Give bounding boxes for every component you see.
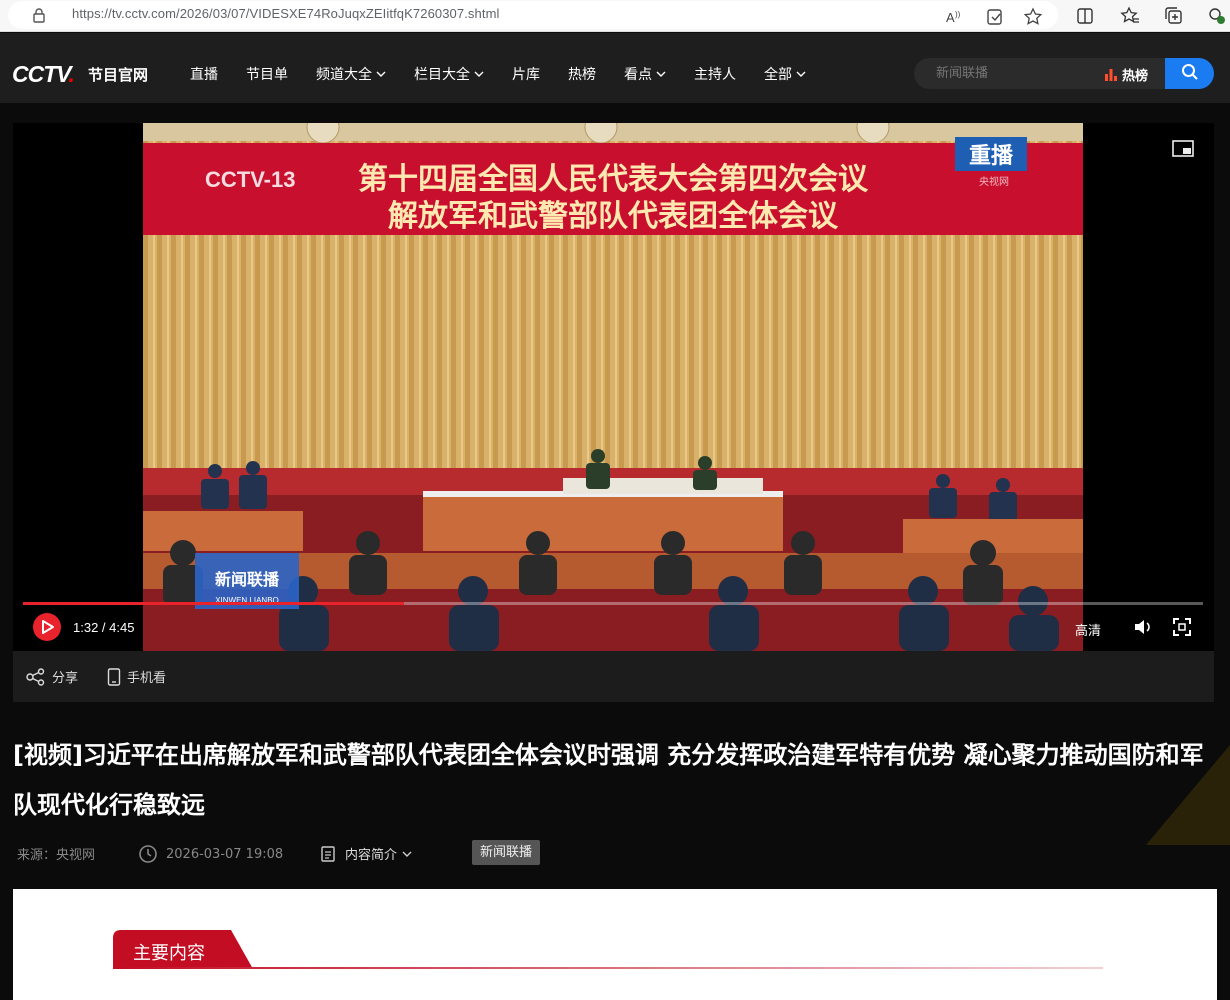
- logo-subtitle[interactable]: 节目官网: [88, 64, 148, 85]
- site-header: CCTV. 节目官网 直播 节目单 频道大全 栏目大全 片库 热榜 看点 主持人 全部 热榜: [0, 33, 1230, 103]
- nav-item-8[interactable]: 全部: [764, 64, 806, 84]
- nav-item-3[interactable]: 栏目大全: [414, 64, 484, 84]
- hot-list-label: 热榜: [1122, 69, 1149, 84]
- nav-item-label: 热榜: [568, 67, 596, 83]
- extensions-icon[interactable]: [1206, 5, 1228, 27]
- fullscreen-icon[interactable]: [1173, 618, 1191, 636]
- url-text[interactable]: https://tv.cctv.com/2026/03/07/VIDESXE74…: [72, 6, 500, 21]
- search-button[interactable]: [1165, 58, 1214, 89]
- main-nav: 直播 节目单 频道大全 栏目大全 片库 热榜 看点 主持人 全部: [190, 64, 834, 84]
- nav-item-label: 主持人: [694, 67, 736, 83]
- nav-item-0[interactable]: 直播: [190, 64, 218, 84]
- nav-item-label: 全部: [764, 67, 792, 83]
- video-still: 第十四届全国人民代表大会第四次会议 解放军和武警部队代表团全体会议 CCTV-1…: [143, 123, 1083, 651]
- picture-in-picture-icon[interactable]: [1172, 139, 1194, 159]
- mobile-watch-label: 手机看: [127, 671, 167, 686]
- quality-selector[interactable]: 高清: [1075, 620, 1101, 639]
- source-label: 来源：央视网: [17, 848, 96, 863]
- nav-item-6[interactable]: 看点: [624, 64, 666, 84]
- video-frame[interactable]: 第十四届全国人民代表大会第四次会议 解放军和武警部队代表团全体会议 CCTV-1…: [143, 123, 1083, 651]
- progress-bar[interactable]: [23, 602, 1203, 605]
- immersive-reader-icon[interactable]: [984, 6, 1006, 28]
- bar-chart-icon: [1105, 69, 1117, 81]
- collections-icon[interactable]: [1163, 5, 1185, 27]
- nav-item-4[interactable]: 片库: [512, 64, 540, 84]
- document-icon: [321, 845, 335, 862]
- address-bar[interactable]: https://tv.cctv.com/2026/03/07/VIDESXE74…: [8, 1, 1058, 29]
- nav-item-label: 看点: [624, 67, 652, 83]
- action-bar: 分享 手机看: [13, 651, 1214, 702]
- watermark: 央视网: [979, 175, 1009, 188]
- share-button[interactable]: 分享: [26, 667, 78, 686]
- favorites-icon[interactable]: [1119, 5, 1141, 27]
- program-logo: 新闻联播: [215, 570, 280, 589]
- channel-bug: CCTV-13: [205, 167, 295, 192]
- banner-line-1: 第十四届全国人民代表大会第四次会议: [358, 162, 869, 197]
- banner-line-2: 解放军和武警部队代表团全体会议: [388, 199, 839, 234]
- play-button[interactable]: [33, 613, 61, 641]
- split-screen-icon[interactable]: [1074, 5, 1096, 27]
- search-icon: [1181, 64, 1198, 80]
- read-aloud-icon[interactable]: A)): [944, 6, 966, 28]
- publish-date-text: 2026-03-07 19:08: [166, 846, 284, 862]
- nav-item-label: 栏目大全: [414, 67, 470, 83]
- chevron-down-icon: [376, 71, 386, 77]
- nav-item-label: 频道大全: [316, 67, 372, 83]
- nav-item-1[interactable]: 节目单: [246, 64, 288, 84]
- clock-icon: [139, 845, 157, 863]
- summary-toggle[interactable]: 内容简介: [320, 844, 412, 863]
- nav-item-5[interactable]: 热榜: [568, 64, 596, 84]
- nav-item-7[interactable]: 主持人: [694, 64, 736, 84]
- svg-text:)): )): [955, 10, 961, 19]
- favorite-star-icon[interactable]: [1022, 6, 1044, 28]
- svg-text:A: A: [946, 10, 955, 25]
- phone-icon: [107, 667, 121, 686]
- content-section: 主要内容: [13, 889, 1217, 1000]
- share-label: 分享: [52, 671, 79, 686]
- mobile-watch-button[interactable]: 手机看: [107, 667, 166, 686]
- publish-date: 2026-03-07 19:08: [138, 844, 283, 864]
- lock-icon[interactable]: [32, 7, 46, 23]
- section-title: 主要内容: [133, 943, 205, 964]
- progress-fill: [23, 602, 405, 605]
- program-tag[interactable]: 新闻联播: [472, 840, 541, 865]
- video-title: [视频]习近平在出席解放军和武警部队代表团全体会议时强调 充分发挥政治建军特有优…: [13, 741, 1204, 819]
- chevron-down-icon: [402, 851, 412, 857]
- summary-label: 内容简介: [345, 848, 398, 863]
- browser-toolbar: https://tv.cctv.com/2026/03/07/VIDESXE74…: [0, 0, 1230, 32]
- replay-badge: 重播: [969, 144, 1014, 169]
- search-box: 热榜: [914, 58, 1214, 89]
- nav-item-label: 片库: [512, 67, 540, 83]
- hot-list-link[interactable]: 热榜: [1104, 65, 1148, 84]
- time-display: 1:32 / 4:45: [73, 620, 135, 635]
- nav-item-2[interactable]: 频道大全: [316, 64, 386, 84]
- video-player[interactable]: 第十四届全国人民代表大会第四次会议 解放军和武警部队代表团全体会议 CCTV-1…: [13, 123, 1214, 651]
- section-divider: [113, 967, 1103, 969]
- chevron-down-icon: [656, 71, 666, 77]
- chevron-down-icon: [796, 71, 806, 77]
- volume-icon[interactable]: [1133, 618, 1153, 636]
- share-icon: [26, 667, 45, 686]
- page-edge: [1217, 889, 1230, 1000]
- nav-item-label: 节目单: [246, 67, 288, 83]
- nav-item-label: 直播: [190, 67, 218, 83]
- search-input[interactable]: [914, 58, 1114, 89]
- cctv-logo[interactable]: CCTV.: [12, 61, 75, 88]
- play-icon: [42, 620, 54, 634]
- chevron-down-icon: [474, 71, 484, 77]
